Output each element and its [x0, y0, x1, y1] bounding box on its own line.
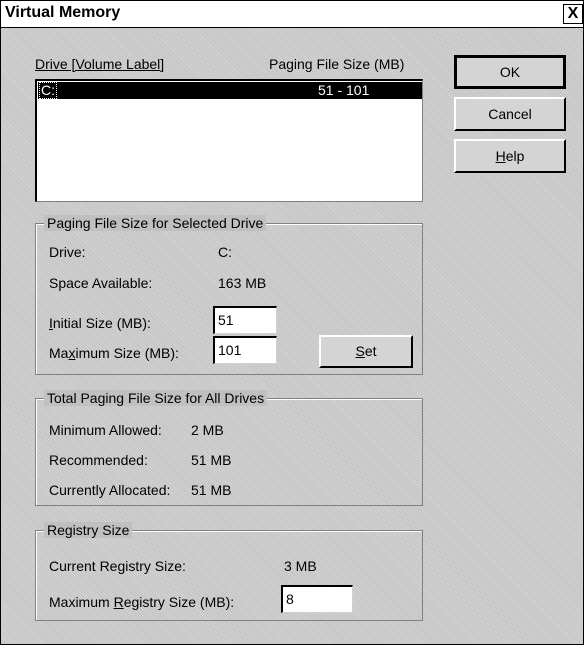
drive-value: C: [218, 244, 232, 260]
current-registry-size-value: 3 MB [284, 558, 317, 574]
ok-button[interactable]: OK [454, 55, 566, 89]
recommended-label: Recommended: [49, 452, 148, 468]
set-button[interactable]: Set [319, 335, 413, 368]
drive-label: Drive: [49, 244, 86, 260]
initial-size-label: Initial Size (MB): [49, 315, 151, 331]
selected-drive-group-title: Paging File Size for Selected Drive [44, 215, 267, 231]
drive-cell: C: [39, 82, 57, 99]
minimum-allowed-value: 2 MB [191, 422, 224, 438]
maximum-size-input[interactable]: 101 [213, 336, 277, 364]
maximum-registry-size-input[interactable]: 8 [281, 585, 353, 613]
maximum-registry-size-label: Maximum Registry Size (MB): [49, 594, 235, 610]
minimum-allowed-label: Minimum Allowed: [49, 422, 162, 438]
initial-size-input[interactable]: 51 [213, 306, 277, 334]
virtual-memory-dialog: Virtual Memory X Drive [Volume Label] Pa… [0, 0, 584, 645]
help-button[interactable]: Help [454, 139, 566, 173]
maximum-size-label: Maximum Size (MB): [49, 345, 179, 361]
window-title: Virtual Memory [5, 4, 121, 21]
paging-size-column-header: Paging File Size (MB) [269, 56, 405, 72]
currently-allocated-value: 51 MB [191, 482, 232, 498]
space-available-label: Space Available: [49, 275, 153, 291]
space-available-value: 163 MB [218, 275, 267, 291]
cancel-button[interactable]: Cancel [454, 97, 566, 131]
drive-column-header: Drive [Volume Label] [35, 56, 165, 72]
total-paging-group-title: Total Paging File Size for All Drives [44, 390, 268, 406]
currently-allocated-label: Currently Allocated: [49, 482, 171, 498]
current-registry-size-label: Current Registry Size: [49, 558, 186, 574]
list-item[interactable]: C: 51 - 101 [38, 82, 422, 99]
close-button[interactable]: X [563, 4, 583, 24]
registry-size-group-title: Registry Size [44, 522, 133, 538]
title-bar: Virtual Memory X [1, 1, 583, 28]
drive-listbox[interactable]: C: 51 - 101 [35, 79, 423, 202]
recommended-value: 51 MB [191, 452, 232, 468]
size-cell: 51 - 101 [318, 82, 370, 98]
